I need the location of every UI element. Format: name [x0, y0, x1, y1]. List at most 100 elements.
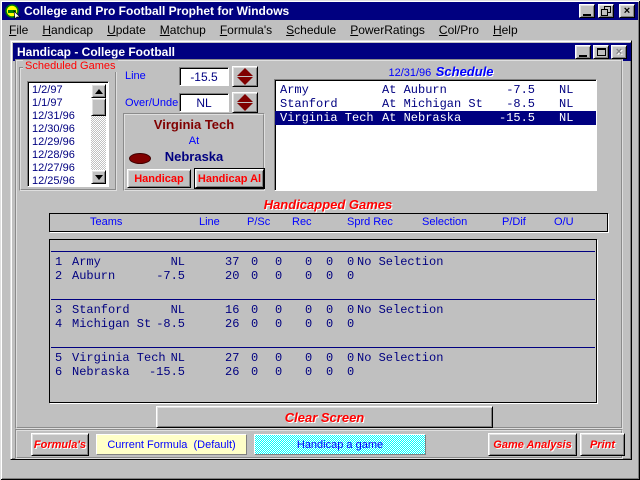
- handicap-button[interactable]: Handicap: [127, 169, 191, 188]
- schedule-row[interactable]: Virginia TechAt Nebraska-15.5NL: [275, 111, 596, 125]
- minimize-icon[interactable]: [579, 4, 595, 18]
- line-label: Line: [125, 70, 146, 82]
- menu-formulas[interactable]: Formula's: [213, 21, 279, 39]
- sprd-rec-1: 0: [305, 269, 312, 283]
- menu-colpro[interactable]: Col/Pro: [432, 21, 486, 39]
- row-number: 4: [55, 317, 62, 331]
- handicapped-row[interactable]: 1ArmyNL3700000No Selection: [51, 255, 595, 269]
- menu-handicap[interactable]: Handicap: [35, 21, 100, 39]
- rec-2: 0: [275, 317, 282, 331]
- sprd-rec-1: 0: [305, 317, 312, 331]
- sprd-rec-2: 0: [326, 269, 333, 283]
- menu-file[interactable]: File: [2, 21, 35, 39]
- rec-2: 0: [275, 303, 282, 317]
- child-maximize-icon[interactable]: [593, 45, 609, 59]
- window-title: College and Pro Football Prophet for Win…: [24, 4, 576, 18]
- sprd-rec-3: 0: [347, 351, 354, 365]
- schedule-line: -8.5: [465, 97, 535, 111]
- dates-scrollbar[interactable]: [91, 84, 106, 184]
- sprd-rec-3: 0: [347, 317, 354, 331]
- schedule-team: Virginia Tech: [280, 111, 374, 125]
- team-name: Army: [72, 255, 101, 269]
- child-minimize-icon[interactable]: [575, 45, 591, 59]
- schedule-row[interactable]: ArmyAt Auburn-7.5NL: [275, 83, 596, 97]
- handicap-window: Handicap - College Football × Scheduled …: [10, 40, 632, 460]
- line-value: -15.5: [137, 365, 185, 379]
- restore-icon[interactable]: [598, 4, 614, 18]
- game-analysis-button[interactable]: Game Analysis: [488, 433, 577, 456]
- menu-help[interactable]: Help: [486, 21, 525, 39]
- rec-2: 0: [275, 365, 282, 379]
- handicapped-row[interactable]: 3StanfordNL1600000No Selection: [51, 303, 595, 317]
- rec-1: 0: [251, 303, 258, 317]
- sprd-rec-3: 0: [347, 303, 354, 317]
- line-spinner[interactable]: [232, 66, 258, 87]
- handicapped-games-table[interactable]: 1ArmyNL3700000No Selection2Auburn-7.5200…: [49, 239, 597, 403]
- scroll-up-icon[interactable]: [91, 84, 106, 98]
- projected-score: 26: [225, 365, 239, 379]
- game-group: 5Virginia TechNL2700000No Selection6Nebr…: [51, 347, 595, 379]
- schedule-row[interactable]: StanfordAt Michigan St-8.5NL: [275, 97, 596, 111]
- menu-update[interactable]: Update: [100, 21, 153, 39]
- sprd-rec-2: 0: [326, 365, 333, 379]
- schedule-date: 12/31/96: [388, 67, 431, 79]
- projected-score: 27: [225, 351, 239, 365]
- line-value: NL: [137, 303, 185, 317]
- clear-screen-button[interactable]: Clear Screen: [156, 406, 493, 428]
- column-pdif: P/Dif: [502, 216, 526, 228]
- current-formula-panel: Current Formula (Default): [96, 434, 247, 455]
- handicap-all-button[interactable]: Handicap Al: [195, 169, 264, 188]
- line-value: -7.5: [137, 269, 185, 283]
- sprd-rec-1: 0: [305, 255, 312, 269]
- line-value: -8.5: [137, 317, 185, 331]
- menu-matchup[interactable]: Matchup: [153, 21, 213, 39]
- handicapped-row[interactable]: 4Michigan St-8.52600000: [51, 317, 595, 331]
- game-group: 3StanfordNL1600000No Selection4Michigan …: [51, 299, 595, 331]
- column-selection: Selection: [422, 216, 467, 228]
- sprd-rec-1: 0: [305, 303, 312, 317]
- handicapped-row[interactable]: 2Auburn-7.52000000: [51, 269, 595, 283]
- column-sprdrec: Sprd Rec: [347, 216, 393, 228]
- schedule-team: Stanford: [280, 97, 338, 111]
- child-close-icon: ×: [611, 45, 627, 59]
- close-icon[interactable]: ×: [619, 4, 635, 18]
- schedule-line: -15.5: [465, 111, 535, 125]
- schedule-opponent: At Auburn: [382, 83, 447, 97]
- rec-1: 0: [251, 365, 258, 379]
- scheduled-games-list[interactable]: 1/2/971/1/9712/31/9612/30/9612/29/9612/2…: [27, 81, 109, 187]
- column-rec: Rec: [292, 216, 312, 228]
- child-window-title: Handicap - College Football: [17, 45, 573, 59]
- game-group: 1ArmyNL3700000No Selection2Auburn-7.5200…: [51, 251, 595, 283]
- menu-schedule[interactable]: Schedule: [279, 21, 343, 39]
- spin-up-icon[interactable]: [237, 94, 253, 102]
- at-label: At: [123, 135, 265, 147]
- formulas-button[interactable]: Formula's: [31, 433, 89, 456]
- rec-1: 0: [251, 269, 258, 283]
- sprd-rec-1: 0: [305, 365, 312, 379]
- sprd-rec-3: 0: [347, 365, 354, 379]
- scrollbar-thumb[interactable]: [91, 98, 106, 116]
- print-button[interactable]: Print: [580, 433, 625, 456]
- scroll-down-icon[interactable]: [91, 170, 106, 184]
- over-under-spinner[interactable]: [232, 92, 258, 113]
- schedule-ou: NL: [559, 111, 573, 125]
- handicapped-games-columns: TeamsLineP/ScRecSprd RecSelectionP/DifO/…: [49, 213, 608, 232]
- line-value: NL: [137, 255, 185, 269]
- app-icon: [5, 4, 21, 19]
- handicapped-row[interactable]: 6Nebraska-15.52600000: [51, 365, 595, 379]
- schedule-title: Schedule: [436, 64, 494, 79]
- spin-up-icon[interactable]: [237, 68, 253, 76]
- over-under-input[interactable]: [179, 93, 229, 112]
- handicapped-row[interactable]: 5Virginia TechNL2700000No Selection: [51, 351, 595, 365]
- scheduled-games-label: Scheduled Games: [23, 60, 118, 72]
- title-bar: College and Pro Football Prophet for Win…: [2, 2, 638, 20]
- spin-down-icon[interactable]: [237, 77, 253, 85]
- schedule-list[interactable]: ArmyAt Auburn-7.5NLStanfordAt Michigan S…: [274, 79, 597, 191]
- line-input[interactable]: [179, 67, 229, 86]
- sprd-rec-2: 0: [326, 351, 333, 365]
- team-name: Nebraska: [72, 365, 130, 379]
- spin-down-icon[interactable]: [237, 103, 253, 111]
- menu-powerratings[interactable]: PowerRatings: [343, 21, 432, 39]
- selection: No Selection: [357, 351, 443, 365]
- home-team: Nebraska: [123, 149, 265, 164]
